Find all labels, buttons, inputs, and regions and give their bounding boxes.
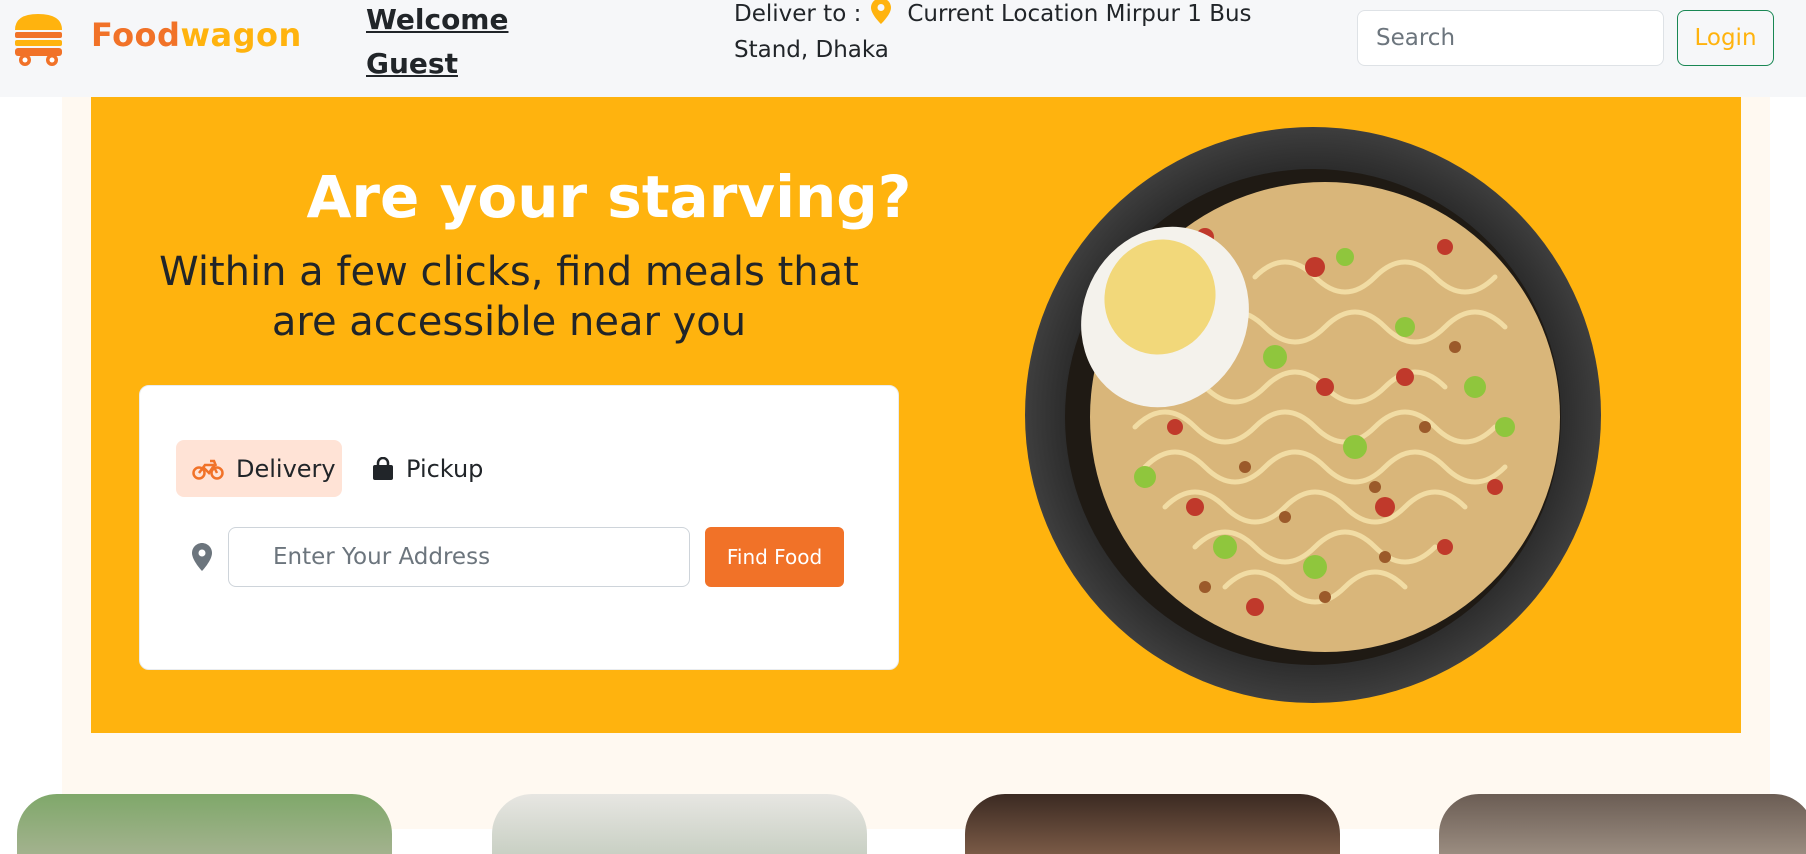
food-thumbnail[interactable] <box>1439 794 1806 854</box>
motorbike-icon <box>192 459 224 480</box>
tab-pickup[interactable]: Pickup <box>360 440 490 497</box>
navbar: Foodwagon Welcome Guest Deliver to : Curr… <box>0 0 1806 97</box>
address-input[interactable] <box>228 527 690 587</box>
address-pin-icon <box>192 543 212 571</box>
delivery-location[interactable]: Deliver to : Current Location Mirpur 1 Bu… <box>734 0 1304 68</box>
search-card: Delivery Pickup Find Food <box>139 385 899 670</box>
tab-pickup-label: Pickup <box>406 454 484 483</box>
food-truck-logo-icon[interactable] <box>11 10 66 68</box>
tab-delivery[interactable]: Delivery <box>176 440 342 497</box>
deliver-label: Deliver to : <box>734 1 862 27</box>
hero-headline: Are your starving? <box>306 163 912 231</box>
food-thumbnail[interactable] <box>965 794 1340 854</box>
hero-banner: Are your starving? Within a few clicks, … <box>91 97 1741 733</box>
hero-subheadline: Within a few clicks, find meals that are… <box>159 249 859 345</box>
login-button[interactable]: Login <box>1677 10 1774 66</box>
find-food-button[interactable]: Find Food <box>705 527 844 587</box>
food-thumbnail[interactable] <box>17 794 392 854</box>
search-input[interactable] <box>1357 10 1664 66</box>
location-pin-icon <box>871 0 892 24</box>
welcome-link[interactable]: Welcome Guest <box>366 0 536 86</box>
shopping-bag-icon <box>373 456 393 480</box>
noodle-bowl-image <box>1025 127 1601 703</box>
brand-name[interactable]: Foodwagon <box>91 16 302 54</box>
tab-delivery-label: Delivery <box>236 454 336 483</box>
food-thumbnail[interactable] <box>492 794 867 854</box>
